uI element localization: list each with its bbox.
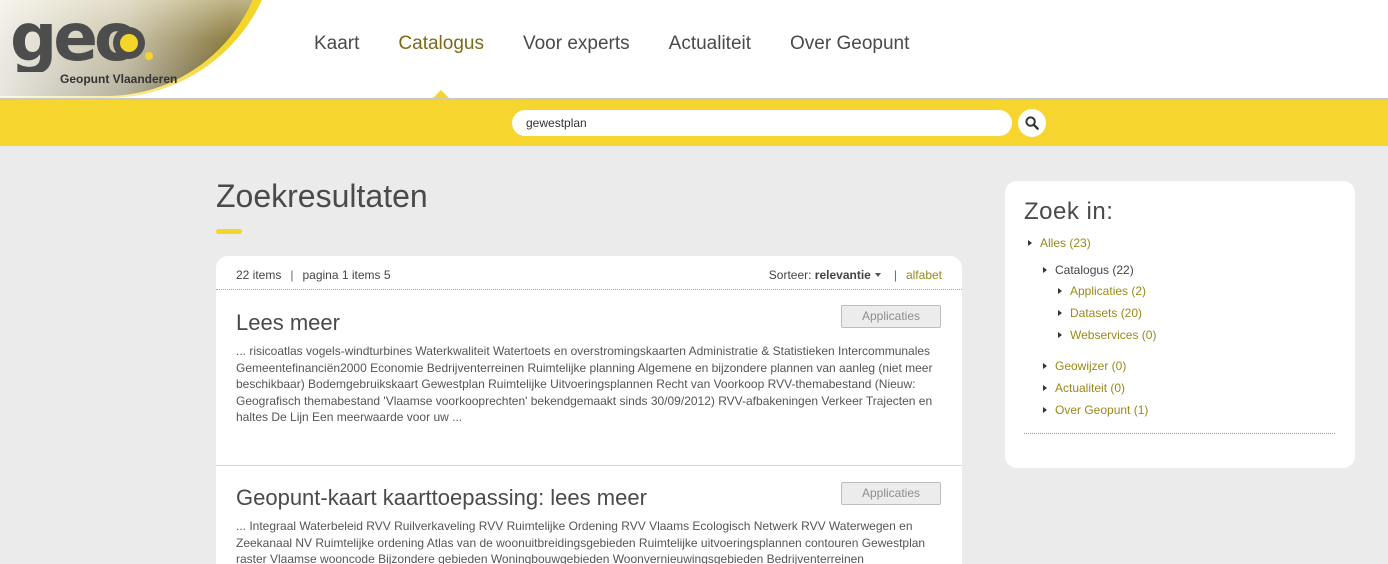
scope-item-catalogus[interactable]: Catalogus (22): [1043, 263, 1134, 277]
nav-item-catalogus[interactable]: Catalogus: [398, 33, 484, 55]
result-count: 22 items: [236, 268, 282, 282]
sort-label: Sorteer:: [768, 268, 812, 282]
logo-subtitle: Geopunt Vlaanderen: [60, 72, 178, 86]
scope-item-geowijzer[interactable]: Geowijzer (0): [1043, 359, 1126, 373]
triangle-right-icon: [1043, 267, 1047, 273]
triangle-right-icon: [1043, 407, 1047, 413]
logo[interactable]: geo Geopunt Vlaanderen: [0, 0, 280, 98]
triangle-right-icon: [1043, 363, 1047, 369]
result-title[interactable]: Geopunt-kaart kaarttoepassing: lees meer: [236, 485, 647, 511]
triangle-right-icon: [1028, 240, 1032, 246]
triangle-right-icon: [1058, 288, 1062, 294]
result-type-tag[interactable]: Applicaties: [841, 305, 941, 328]
scope-item-applicaties[interactable]: Applicaties (2): [1058, 284, 1146, 298]
scope-item-actualiteit[interactable]: Actualiteit (0): [1043, 381, 1125, 395]
site-header: geo Geopunt Vlaanderen Kaart Catalogus V…: [0, 0, 1388, 99]
search-input[interactable]: [512, 110, 1012, 136]
scope-item-webservices[interactable]: Webservices (0): [1058, 328, 1156, 342]
sort-control: Sorteer: relevantie | alfabet: [768, 268, 942, 282]
triangle-right-icon: [1043, 385, 1047, 391]
sort-alphabet-link[interactable]: alfabet: [906, 268, 942, 282]
triangle-right-icon: [1058, 310, 1062, 316]
scope-item-datasets[interactable]: Datasets (20): [1058, 306, 1142, 320]
search-icon: [1025, 116, 1039, 130]
result-title[interactable]: Lees meer: [236, 310, 340, 336]
scope-item-over-geopunt[interactable]: Over Geopunt (1): [1043, 403, 1148, 417]
nav-item-voor-experts[interactable]: Voor experts: [523, 33, 630, 55]
nav-item-actualiteit[interactable]: Actualiteit: [669, 33, 751, 55]
result-item: Lees meer Applicaties ... risicoatlas vo…: [216, 290, 962, 466]
sidebar-title: Zoek in:: [1024, 198, 1114, 225]
sort-relevance[interactable]: relevantie: [815, 268, 871, 282]
scope-item-alles[interactable]: Alles (23): [1028, 236, 1091, 250]
nav-item-kaart[interactable]: Kaart: [314, 33, 359, 55]
results-panel: 22 items | pagina 1 items 5 Sorteer: relev…: [216, 256, 962, 564]
result-snippet: ... risicoatlas vogels-windturbines Wate…: [236, 344, 933, 424]
sidebar-divider: [1024, 433, 1335, 434]
triangle-right-icon: [1058, 332, 1062, 338]
caret-down-icon: [874, 272, 881, 277]
main-nav: Kaart Catalogus Voor experts Actualiteit…: [314, 33, 948, 55]
results-header: 22 items | pagina 1 items 5 Sorteer: relev…: [216, 256, 962, 290]
result-snippet: ... Integraal Waterbeleid RVV Ruilverkav…: [236, 519, 926, 564]
page-info: pagina 1 items 5: [302, 268, 391, 282]
geo-logo-mark: geo: [10, 6, 153, 72]
page-title: Zoekresultaten: [216, 178, 428, 214]
search-bar: [0, 98, 1388, 146]
title-underline: [216, 229, 242, 234]
search-button[interactable]: [1018, 109, 1046, 137]
search-scope-sidebar: Zoek in: Alles (23) Catalogus (22) Appli…: [1005, 181, 1355, 468]
nav-item-over-geopunt[interactable]: Over Geopunt: [790, 33, 909, 55]
result-type-tag[interactable]: Applicaties: [841, 482, 941, 505]
